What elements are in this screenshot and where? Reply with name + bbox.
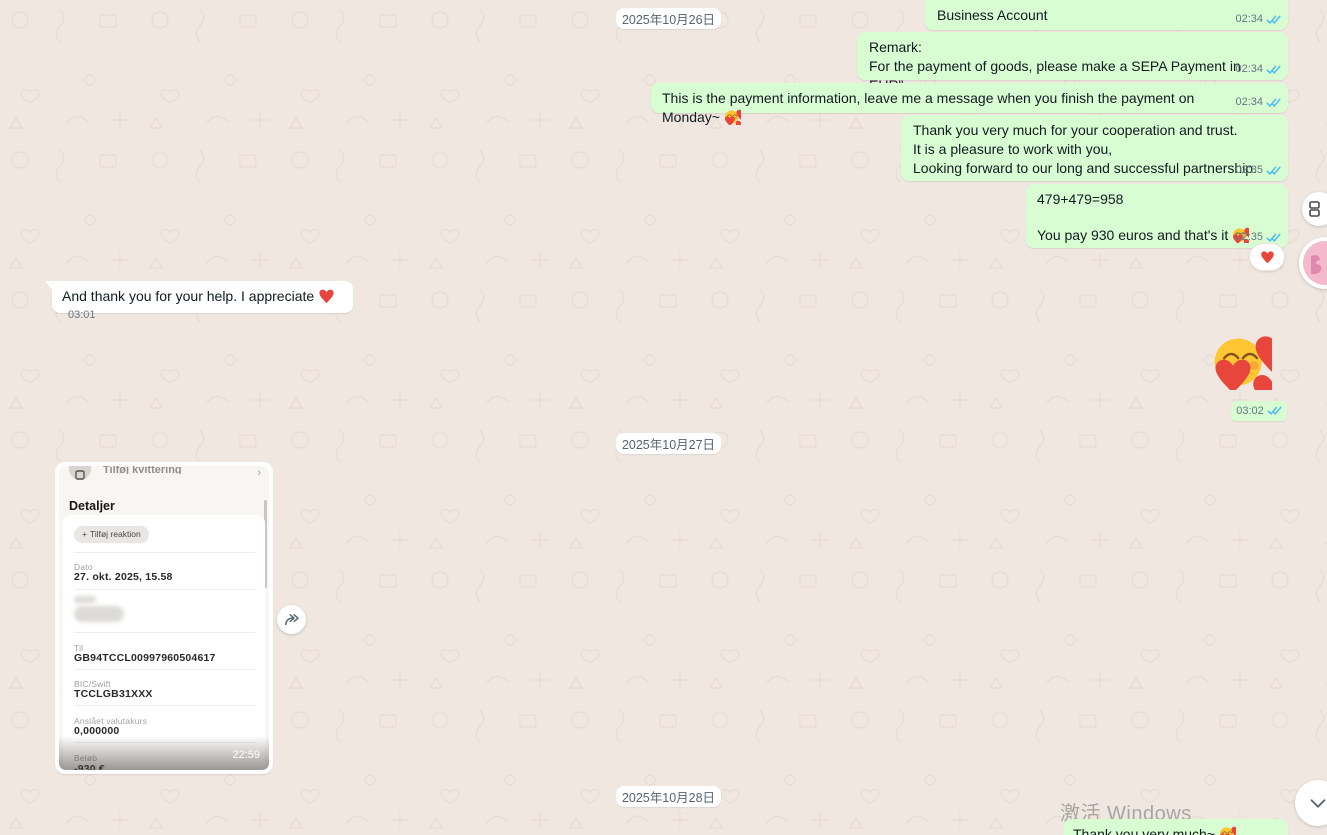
message-text: Thank you very much~ [1073, 826, 1215, 835]
receipt-card: + Tilføj reaktion Dato 27. okt. 2025, 15… [63, 515, 265, 770]
plus-icon: + [82, 525, 87, 544]
message-time: 22:59 [232, 746, 260, 765]
heart-reaction[interactable] [1249, 243, 1285, 271]
message-time: 02:35 [1235, 164, 1263, 177]
red-heart-emoji [1260, 250, 1275, 264]
message-text: You pay 930 euros and that's it [1037, 227, 1228, 243]
receipt-field-value: 27. okt. 2025, 15.58 [74, 568, 173, 587]
message-outgoing[interactable]: 479+479=958 You pay 930 euros and that's… [1026, 184, 1288, 248]
emoji-message-meta: 03:02 [1231, 401, 1287, 421]
divider [74, 589, 255, 590]
message-outgoing[interactable]: This is the payment information, leave m… [651, 83, 1288, 113]
message-outgoing[interactable]: Thank you very much for your cooperation… [901, 115, 1288, 181]
receipt-field-value: GB94TCCL00997960504617 [74, 649, 216, 668]
receipt-header: Tilføj kvittering [103, 466, 182, 474]
divider [74, 705, 255, 706]
receipt-field-value: TCCLGB31XXX [74, 685, 153, 704]
chevron-down-icon [1307, 792, 1327, 814]
chevron-icon: › [257, 466, 261, 483]
message-time: 02:35 [1235, 231, 1263, 244]
divider [74, 669, 255, 670]
read-ticks-icon [1266, 166, 1281, 176]
read-ticks-icon [1266, 233, 1281, 243]
message-text: And thank you for your help. I appreciat… [62, 288, 314, 304]
receipt-screenshot: Tilføj kvittering › Detaljer + Tilføj re… [59, 466, 269, 770]
message-time: 02:34 [1235, 13, 1263, 26]
message-time: 02:34 [1235, 96, 1263, 109]
message-time: 03:02 [1236, 405, 1264, 417]
smiling-face-with-hearts-emoji [724, 108, 741, 125]
image-message-receipt[interactable]: Tilføj kvittering › Detaljer + Tilføj re… [55, 462, 273, 774]
smiling-face-with-hearts-emoji [1219, 825, 1236, 835]
message-text: Thank you very much for your cooperation… [913, 122, 1257, 176]
message-time: 03:01 [68, 309, 96, 321]
redacted-label [74, 596, 96, 603]
date-divider: 2025年10月28日 [616, 786, 721, 807]
add-reaction-button: + Tilføj reaktion [74, 526, 149, 543]
read-ticks-icon [1266, 65, 1281, 75]
message-outgoing[interactable]: Thank you very much~ [1063, 819, 1288, 835]
add-reaction-label: Tilføj reaktion [90, 525, 141, 544]
forward-arrow-icon [283, 613, 301, 626]
forward-button[interactable] [277, 605, 306, 634]
red-heart-emoji [318, 288, 335, 304]
date-divider: 2025年10月27日 [616, 433, 721, 454]
divider [74, 632, 255, 633]
receipt-app-icon [69, 466, 91, 480]
receipt-title: Detaljer [69, 497, 115, 516]
message-time: 02:34 [1235, 63, 1263, 76]
read-ticks-icon [1266, 15, 1281, 25]
message-outgoing[interactable]: Business Account 02:34 [925, 0, 1288, 30]
message-text: 479+479=958 [1037, 190, 1277, 209]
chat-window: 2025年10月26日 2025年10月27日 2025年10月28日 Busi… [0, 0, 1327, 835]
divider [74, 552, 255, 553]
sticker-icon [1303, 241, 1327, 285]
read-ticks-icon [1267, 406, 1282, 416]
message-outgoing[interactable]: Remark: For the payment of goods, please… [857, 32, 1288, 80]
bubble-tail [45, 281, 54, 292]
read-ticks-icon [1266, 98, 1281, 108]
redacted-value [74, 606, 124, 622]
date-divider: 2025年10月26日 [616, 8, 721, 29]
message-text: Business Account [937, 7, 1048, 23]
smiling-face-with-hearts-emoji[interactable] [1212, 330, 1272, 390]
message-incoming[interactable]: And thank you for your help. I appreciat… [52, 281, 353, 313]
widget-icon [1309, 201, 1321, 217]
